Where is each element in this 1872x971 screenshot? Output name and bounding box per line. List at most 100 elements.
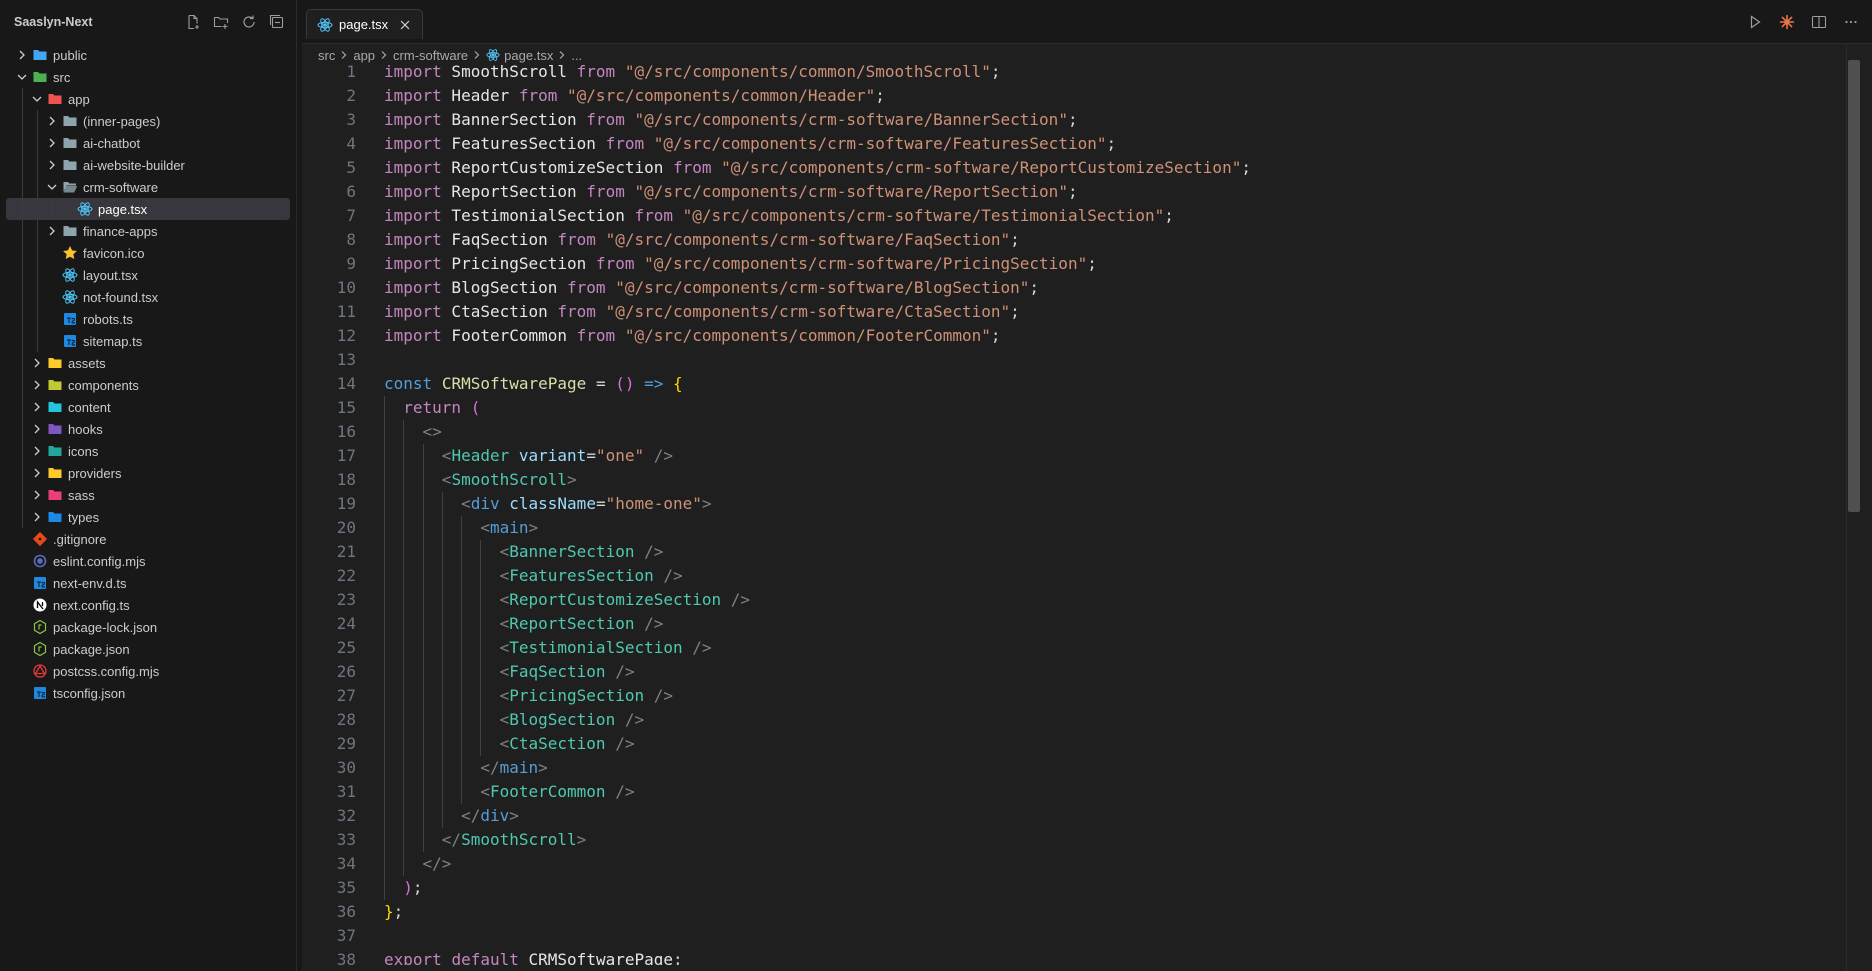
new-file-icon[interactable]	[182, 11, 204, 33]
tree-file-item[interactable]: package-lock.json	[6, 616, 290, 638]
code-line[interactable]: 1 import SmoothScroll from "@/src/compone…	[302, 60, 1846, 84]
tree-folder-item[interactable]: sass	[6, 484, 290, 506]
tree-file-item[interactable]: postcss.config.mjs	[6, 660, 290, 682]
code-token: SmoothScroll	[451, 470, 568, 489]
tree-folder-item[interactable]: hooks	[6, 418, 290, 440]
code-line[interactable]: 18 <SmoothScroll>	[302, 468, 1846, 492]
tree-file-item[interactable]: .gitignore	[6, 528, 290, 550]
code-line[interactable]: 27 <PricingSection />	[302, 684, 1846, 708]
nodejs-icon	[32, 641, 48, 657]
code-line[interactable]: 9 import PricingSection from "@/src/compo…	[302, 252, 1846, 276]
code-line[interactable]: 35 );	[302, 876, 1846, 900]
code-line[interactable]: 29 <CtaSection />	[302, 732, 1846, 756]
code-line[interactable]: 30 </main>	[302, 756, 1846, 780]
code-line[interactable]: 17 <Header variant="one" />	[302, 444, 1846, 468]
refresh-icon[interactable]	[238, 11, 260, 33]
code-line[interactable]: 15 return (	[302, 396, 1846, 420]
tree-file-item[interactable]: favicon.ico	[6, 242, 290, 264]
line-number: 33	[336, 830, 356, 849]
code-line[interactable]: 13	[302, 348, 1846, 372]
debug-sparkle-icon[interactable]	[1776, 11, 1798, 33]
tree-folder-item[interactable]: providers	[6, 462, 290, 484]
code-line[interactable]: 38 export default CRMSoftwarePage;	[302, 948, 1846, 965]
code-line[interactable]: 14 const CRMSoftwarePage = () => {	[302, 372, 1846, 396]
tree-folder-item[interactable]: public	[6, 44, 290, 66]
tree-file-item[interactable]: package.json	[6, 638, 290, 660]
code-token: BannerSection	[441, 110, 587, 129]
code-line[interactable]: 10 import BlogSection from "@/src/compone…	[302, 276, 1846, 300]
indent-guide	[384, 420, 385, 444]
code-line[interactable]: 22 <FeaturesSection />	[302, 564, 1846, 588]
split-editor-icon[interactable]	[1808, 11, 1830, 33]
more-actions-icon[interactable]	[1840, 11, 1862, 33]
tree-folder-item[interactable]: types	[6, 506, 290, 528]
code-line[interactable]: 33 </SmoothScroll>	[302, 828, 1846, 852]
code-line[interactable]: 34 </>	[302, 852, 1846, 876]
code-line[interactable]: 37	[302, 924, 1846, 948]
tree-folder-item[interactable]: src	[6, 66, 290, 88]
code-line[interactable]: 12 import FooterCommon from "@/src/compon…	[302, 324, 1846, 348]
code-token: />	[624, 710, 645, 729]
code-line[interactable]: 4 import FeaturesSection from "@/src/comp…	[302, 132, 1846, 156]
code-line[interactable]: 19 <div className="home-one">	[302, 492, 1846, 516]
vertical-scrollbar[interactable]	[1848, 60, 1860, 512]
code-line[interactable]: 28 <BlogSection />	[302, 708, 1846, 732]
tree-file-item[interactable]: page.tsx	[6, 198, 290, 220]
code-line[interactable]: 6 import ReportSection from "@/src/compon…	[302, 180, 1846, 204]
tree-folder-item[interactable]: components	[6, 374, 290, 396]
code-editor[interactable]: 1 import SmoothScroll from "@/src/compone…	[302, 60, 1846, 965]
code-line[interactable]: 31 <FooterCommon />	[302, 780, 1846, 804]
code-line[interactable]: 21 <BannerSection />	[302, 540, 1846, 564]
code-line[interactable]: 8 import FaqSection from "@/src/component…	[302, 228, 1846, 252]
chevron-right-icon	[339, 50, 349, 60]
tree-folder-item[interactable]: (inner-pages)	[6, 110, 290, 132]
folder-public-icon	[32, 47, 48, 63]
run-icon[interactable]	[1744, 11, 1766, 33]
tree-folder-item[interactable]: finance-apps	[6, 220, 290, 242]
code-line[interactable]: 2 import Header from "@/src/components/co…	[302, 84, 1846, 108]
code-line[interactable]: 7 import TestimonialSection from "@/src/c…	[302, 204, 1846, 228]
code-line[interactable]: 11 import CtaSection from "@/src/componen…	[302, 300, 1846, 324]
code-token: import	[384, 182, 442, 201]
tree-file-item[interactable]: tsconfig.json	[6, 682, 290, 704]
indent-guide	[422, 540, 424, 564]
nextjs-icon	[32, 597, 48, 613]
tree-folder-item[interactable]: content	[6, 396, 290, 418]
code-line[interactable]: 3 import BannerSection from "@/src/compon…	[302, 108, 1846, 132]
code-line[interactable]: 24 <ReportSection />	[302, 612, 1846, 636]
tree-file-item[interactable]: next-env.d.ts	[6, 572, 290, 594]
indent-guide	[384, 732, 385, 756]
tree-folder-item[interactable]: app	[6, 88, 290, 110]
code-line[interactable]: 25 <TestimonialSection />	[302, 636, 1846, 660]
indent-guide	[422, 564, 424, 588]
indent-guide	[480, 660, 482, 684]
tree-file-item[interactable]: eslint.config.mjs	[6, 550, 290, 572]
code-token: ReportSection	[509, 614, 635, 633]
tree-file-item[interactable]: next.config.ts	[6, 594, 290, 616]
tree-folder-item[interactable]: crm-software	[6, 176, 290, 198]
new-folder-icon[interactable]	[210, 11, 232, 33]
code-line[interactable]: 36};	[302, 900, 1846, 924]
code-line[interactable]: 20 <main>	[302, 516, 1846, 540]
code-token: CRMSoftwarePage	[528, 950, 674, 965]
tree-folder-item[interactable]: icons	[6, 440, 290, 462]
tree-file-item[interactable]: not-found.tsx	[6, 286, 290, 308]
tab-page-tsx[interactable]: page.tsx	[306, 9, 424, 39]
tree-folder-item[interactable]: ai-chatbot	[6, 132, 290, 154]
code-line[interactable]: 23 <ReportCustomizeSection />	[302, 588, 1846, 612]
code-line[interactable]: 5 import ReportCustomizeSection from "@/s…	[302, 156, 1846, 180]
collapse-all-icon[interactable]	[266, 11, 288, 33]
code-line[interactable]: 32 </div>	[302, 804, 1846, 828]
tree-file-item[interactable]: layout.tsx	[6, 264, 290, 286]
close-icon[interactable]	[396, 16, 414, 34]
tree-folder-item[interactable]: assets	[6, 352, 290, 374]
tree-file-item[interactable]: sitemap.ts	[6, 330, 290, 352]
tree-file-item[interactable]: robots.ts	[6, 308, 290, 330]
code-text: import TestimonialSection from "@/src/co…	[384, 204, 1174, 228]
line-number: 18	[336, 470, 356, 489]
code-line[interactable]: 26 <FaqSection />	[302, 660, 1846, 684]
tree-folder-item[interactable]: ai-website-builder	[6, 154, 290, 176]
code-line[interactable]: 16 <>	[302, 420, 1846, 444]
code-token: main	[499, 758, 539, 777]
code-text: <div className="home-one">	[384, 492, 712, 516]
